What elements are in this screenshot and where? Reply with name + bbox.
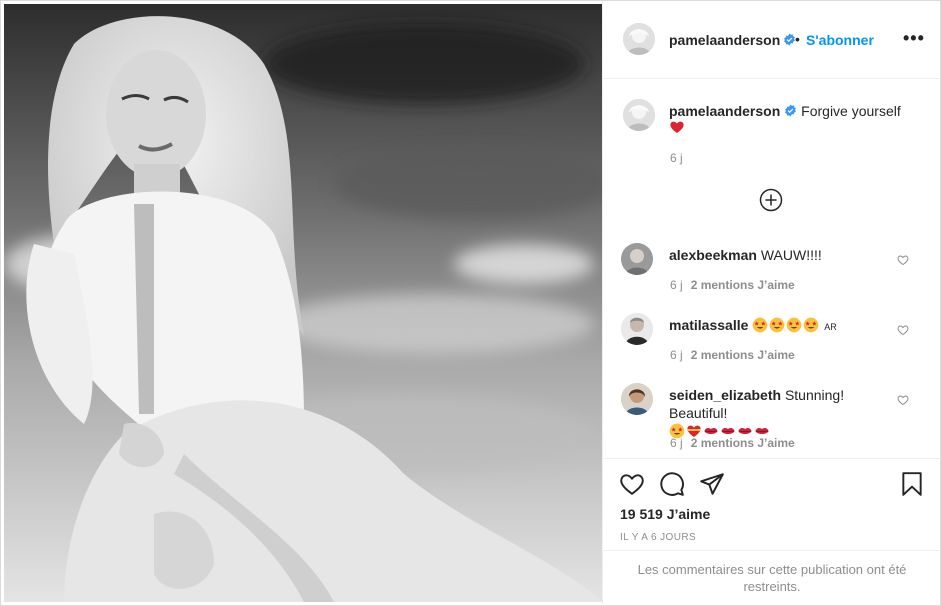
post-side-panel: pamelaanderson • S'abonner ••• pamelaand…	[602, 1, 941, 606]
star-struck-emoji	[786, 317, 802, 333]
post-actions: 19 519 J’aime IL Y A 6 JOURS Les comment…	[603, 458, 941, 606]
post-photo-image	[4, 4, 602, 602]
comment-like-icon[interactable]	[897, 254, 909, 266]
comment-like-icon[interactable]	[897, 324, 909, 336]
comment-like-icon[interactable]	[897, 394, 909, 406]
more-options-icon[interactable]: •••	[903, 29, 925, 47]
caption-username[interactable]: pamelaanderson	[669, 103, 780, 119]
comment-time[interactable]: 6 j	[670, 436, 683, 450]
red-heart-emoji	[670, 121, 684, 133]
comment-avatar[interactable]	[621, 313, 653, 345]
star-struck-emoji	[803, 317, 819, 333]
heart-icon[interactable]	[619, 471, 645, 497]
comment-suffix: AR	[824, 322, 837, 332]
post-photo[interactable]	[4, 4, 602, 602]
post-container: pamelaanderson • S'abonner ••• pamelaand…	[0, 0, 941, 606]
star-struck-emoji	[752, 317, 768, 333]
verified-badge-icon	[785, 104, 797, 117]
comment-likes[interactable]: 2 mentions J’aime	[691, 278, 795, 292]
comment-text: WAUW!!!!	[760, 247, 822, 263]
share-icon[interactable]	[699, 471, 725, 497]
posted-time[interactable]: IL Y A 6 JOURS	[620, 532, 696, 543]
comment-meta: 6 j 2 mentions J’aime	[670, 278, 795, 292]
comment-avatar[interactable]	[621, 383, 653, 415]
caption-time[interactable]: 6 j	[670, 151, 683, 165]
likes-count[interactable]: 19 519 J’aime	[620, 506, 710, 522]
author-avatar[interactable]	[623, 23, 655, 55]
comments-restricted-notice: Les commentaires sur cette publication o…	[603, 550, 941, 606]
follow-button[interactable]: S'abonner	[806, 32, 874, 48]
comment-username[interactable]: seiden_elizabeth	[669, 387, 781, 403]
caption-avatar[interactable]	[623, 99, 655, 131]
comment-username[interactable]: matilassalle	[669, 317, 748, 333]
comment-likes[interactable]: 2 mentions J’aime	[691, 436, 795, 450]
comment-meta: 6 j 2 mentions J’aime	[670, 348, 795, 362]
caption-text: Forgive yourself	[801, 103, 901, 119]
comment-avatar[interactable]	[621, 243, 653, 275]
comment-username[interactable]: alexbeekman	[669, 247, 757, 263]
post-header: pamelaanderson • S'abonner •••	[603, 1, 941, 79]
load-more-comments-icon[interactable]	[759, 188, 783, 212]
bookmark-icon[interactable]	[899, 471, 925, 497]
comment-time[interactable]: 6 j	[670, 348, 683, 362]
comment-icon[interactable]	[659, 471, 685, 497]
author-username[interactable]: pamelaanderson	[669, 32, 780, 48]
comment-time[interactable]: 6 j	[670, 278, 683, 292]
comment-likes[interactable]: 2 mentions J’aime	[691, 348, 795, 362]
header-separator: •	[795, 31, 800, 47]
star-struck-emoji	[769, 317, 785, 333]
comment-meta: 6 j 2 mentions J’aime	[670, 436, 795, 450]
